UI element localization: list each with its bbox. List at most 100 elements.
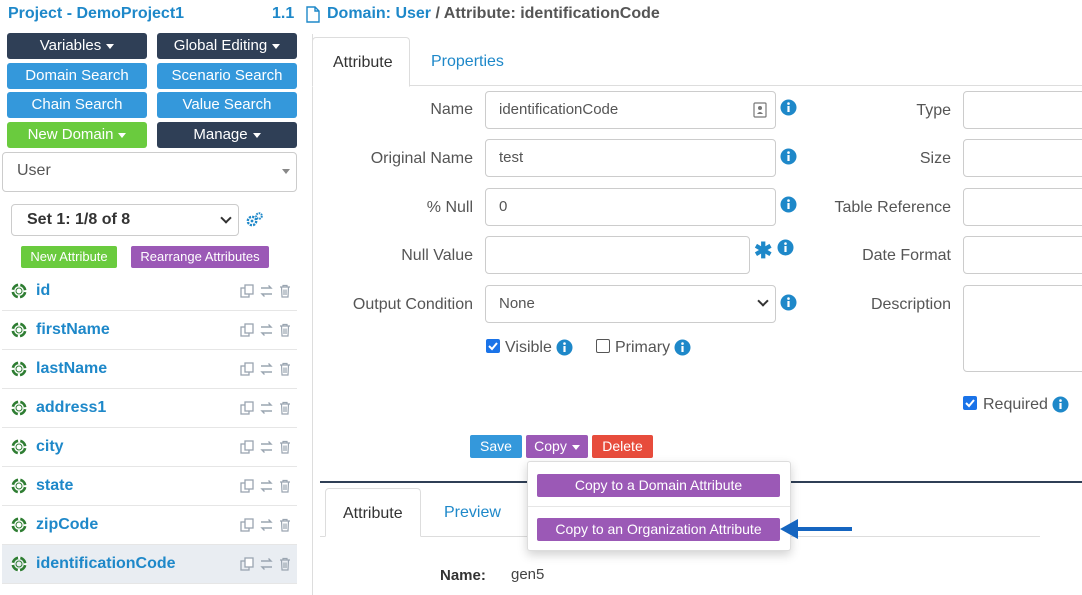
attribute-name: state bbox=[36, 477, 74, 494]
copy-icon[interactable] bbox=[240, 518, 255, 532]
info-icon[interactable] bbox=[556, 339, 573, 356]
required-checkbox[interactable] bbox=[963, 396, 977, 410]
swap-icon[interactable] bbox=[259, 518, 274, 532]
attribute-row[interactable]: identificationCode bbox=[2, 545, 297, 584]
contact-card-icon[interactable] bbox=[753, 102, 767, 118]
copy-icon[interactable] bbox=[240, 557, 255, 571]
lifebuoy-icon bbox=[11, 283, 27, 299]
gears-icon[interactable] bbox=[246, 212, 264, 228]
lower-tab-attribute[interactable]: Attribute bbox=[325, 488, 421, 537]
attribute-row[interactable]: lastName bbox=[2, 350, 297, 389]
rearrange-attributes-button[interactable]: Rearrange Attributes bbox=[131, 246, 269, 268]
copy-icon[interactable] bbox=[240, 401, 255, 415]
output-condition-value: None bbox=[499, 295, 535, 312]
row-actions bbox=[240, 557, 291, 576]
check-icon bbox=[488, 342, 498, 351]
set-select[interactable]: Set 1: 1/8 of 8 bbox=[11, 204, 239, 236]
breadcrumb-domain[interactable]: Domain: User bbox=[327, 5, 431, 22]
output-condition-label: Output Condition bbox=[352, 296, 473, 313]
pointer-arrow-icon bbox=[780, 519, 852, 539]
visible-label: Visible bbox=[505, 339, 552, 356]
global-editing-button[interactable]: Global Editing bbox=[157, 33, 297, 59]
swap-icon[interactable] bbox=[259, 401, 274, 415]
size-input[interactable] bbox=[963, 139, 1082, 177]
swap-icon[interactable] bbox=[259, 440, 274, 454]
info-icon[interactable] bbox=[777, 239, 794, 256]
pct-null-input[interactable]: 0 bbox=[485, 188, 776, 226]
description-textarea[interactable] bbox=[963, 285, 1082, 372]
info-icon[interactable] bbox=[674, 339, 691, 356]
original-name-input[interactable]: test bbox=[485, 139, 776, 177]
pct-null-label: % Null bbox=[426, 199, 473, 216]
domain-select[interactable]: User bbox=[2, 152, 297, 192]
copy-icon[interactable] bbox=[240, 284, 255, 298]
manage-label: Manage bbox=[193, 126, 248, 143]
attribute-row[interactable]: firstName bbox=[2, 311, 297, 350]
chain-search-button[interactable]: Chain Search bbox=[7, 92, 147, 118]
name-input[interactable]: identificationCode bbox=[485, 91, 776, 129]
new-attribute-button[interactable]: New Attribute bbox=[21, 246, 117, 268]
tab-attribute[interactable]: Attribute bbox=[312, 37, 410, 87]
swap-icon[interactable] bbox=[259, 479, 274, 493]
variables-button[interactable]: Variables bbox=[7, 33, 147, 59]
domain-select-value: User bbox=[17, 162, 51, 179]
row-actions bbox=[240, 518, 291, 537]
delete-button[interactable]: Delete bbox=[592, 435, 653, 458]
copy-icon[interactable] bbox=[240, 323, 255, 337]
info-icon[interactable] bbox=[780, 99, 797, 116]
trash-icon[interactable] bbox=[279, 323, 291, 337]
scenario-search-button[interactable]: Scenario Search bbox=[157, 63, 297, 89]
trash-icon[interactable] bbox=[279, 479, 291, 493]
copy-button[interactable]: Copy bbox=[526, 435, 588, 458]
copy-icon[interactable] bbox=[240, 479, 255, 493]
breadcrumb: Domain: User / Attribute: identification… bbox=[327, 5, 660, 23]
menu-divider bbox=[528, 506, 790, 507]
new-domain-button[interactable]: New Domain bbox=[7, 122, 147, 148]
save-button[interactable]: Save bbox=[470, 435, 522, 458]
manage-button[interactable]: Manage bbox=[157, 122, 297, 148]
copy-icon[interactable] bbox=[240, 362, 255, 376]
trash-icon[interactable] bbox=[279, 284, 291, 298]
primary-checkbox[interactable] bbox=[596, 339, 610, 353]
copy-to-domain-attribute-item[interactable]: Copy to a Domain Attribute bbox=[537, 474, 780, 497]
attribute-name: firstName bbox=[36, 321, 110, 338]
attribute-row[interactable]: zipCode bbox=[2, 506, 297, 545]
info-icon[interactable] bbox=[1052, 396, 1069, 413]
type-label: Type bbox=[916, 102, 951, 119]
swap-icon[interactable] bbox=[259, 284, 274, 298]
caret-down-icon bbox=[571, 444, 580, 450]
null-value-input[interactable] bbox=[485, 236, 750, 274]
type-input[interactable] bbox=[963, 91, 1082, 129]
attribute-row[interactable]: address1 bbox=[2, 389, 297, 428]
lower-tab-preview[interactable]: Preview bbox=[424, 488, 521, 538]
row-actions bbox=[240, 479, 291, 498]
info-icon[interactable] bbox=[780, 148, 797, 165]
swap-icon[interactable] bbox=[259, 557, 274, 571]
tab-properties[interactable]: Properties bbox=[411, 37, 524, 87]
primary-label: Primary bbox=[615, 339, 671, 356]
trash-icon[interactable] bbox=[279, 518, 291, 532]
domain-search-button[interactable]: Domain Search bbox=[7, 63, 147, 89]
project-title[interactable]: Project - DemoProject1 bbox=[8, 5, 184, 23]
trash-icon[interactable] bbox=[279, 362, 291, 376]
lifebuoy-icon bbox=[11, 439, 27, 455]
visible-checkbox[interactable] bbox=[486, 339, 500, 353]
table-reference-input[interactable] bbox=[963, 188, 1082, 226]
value-search-button[interactable]: Value Search bbox=[157, 92, 297, 118]
info-icon[interactable] bbox=[780, 294, 797, 311]
attribute-row[interactable]: city bbox=[2, 428, 297, 467]
info-icon[interactable] bbox=[780, 196, 797, 213]
swap-icon[interactable] bbox=[259, 362, 274, 376]
attribute-row[interactable]: state bbox=[2, 467, 297, 506]
breadcrumb-attribute: Attribute: identificationCode bbox=[443, 5, 660, 22]
copy-icon[interactable] bbox=[240, 440, 255, 454]
copy-to-organization-attribute-item[interactable]: Copy to an Organization Attribute bbox=[537, 518, 780, 541]
attribute-row[interactable]: id bbox=[2, 272, 297, 311]
project-version: 1.1 bbox=[272, 5, 295, 22]
date-format-input[interactable] bbox=[963, 236, 1082, 274]
output-condition-select[interactable]: None bbox=[485, 285, 776, 323]
trash-icon[interactable] bbox=[279, 440, 291, 454]
swap-icon[interactable] bbox=[259, 323, 274, 337]
trash-icon[interactable] bbox=[279, 401, 291, 415]
trash-icon[interactable] bbox=[279, 557, 291, 571]
